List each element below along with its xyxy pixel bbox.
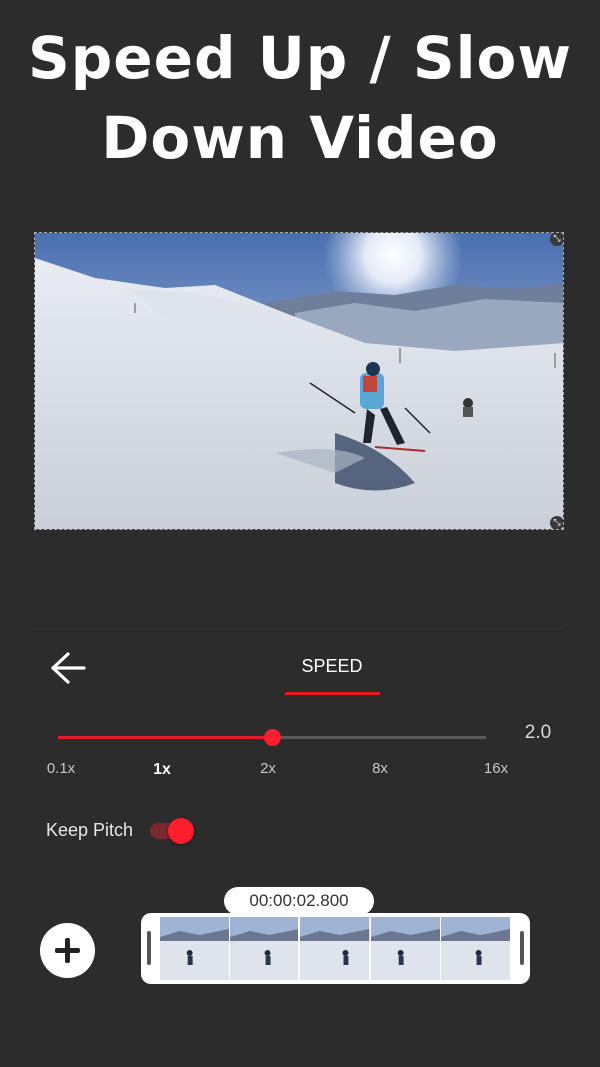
back-arrow-icon[interactable]	[48, 650, 88, 686]
tick-label[interactable]: 1x	[153, 761, 171, 779]
timeline-thumbnail	[160, 917, 231, 980]
add-clip-button[interactable]	[40, 923, 95, 978]
timeline-thumbnail	[440, 917, 511, 980]
playhead[interactable]	[298, 914, 300, 984]
tab-speed[interactable]: SPEED	[282, 656, 382, 677]
resize-bottom-right-icon[interactable]: ⤡	[550, 516, 563, 529]
clip-timeline[interactable]	[141, 913, 530, 984]
keep-pitch-label: Keep Pitch	[46, 820, 134, 840]
speed-value: 2.0	[524, 722, 552, 743]
video-frame-image	[35, 233, 563, 529]
video-preview[interactable]: ⤡ ⤡	[34, 232, 564, 530]
speed-slider-thumb[interactable]	[264, 729, 281, 746]
speed-tick-labels: 0.1x 1x 2x 8x 16x	[0, 760, 600, 784]
plus-icon-vertical	[65, 938, 70, 963]
headline: Speed Up / Slow Down Video	[0, 18, 600, 178]
timestamp-badge: 00:00:02.800	[224, 887, 374, 915]
tick-label[interactable]: 0.1x	[47, 760, 75, 777]
headline-line-2: Down Video	[101, 104, 499, 172]
timeline-thumbnail	[230, 917, 301, 980]
toggle-knob	[168, 818, 194, 844]
tick-label[interactable]: 8x	[372, 760, 388, 777]
tab-speed-underline	[285, 692, 380, 695]
timeline-thumbnail	[370, 917, 441, 980]
trim-handle-left[interactable]	[147, 931, 151, 965]
speed-slider-fill	[58, 736, 272, 739]
panel-divider	[34, 631, 564, 632]
tick-label[interactable]: 2x	[260, 760, 276, 777]
trim-handle-right[interactable]	[520, 931, 524, 965]
timeline-thumbnail	[300, 917, 371, 980]
headline-line-1: Speed Up / Slow	[28, 24, 572, 92]
timeline-frames	[160, 917, 511, 980]
tick-label[interactable]: 16x	[484, 760, 508, 777]
resize-top-right-icon[interactable]: ⤡	[550, 233, 563, 246]
keep-pitch-toggle[interactable]	[150, 818, 194, 844]
